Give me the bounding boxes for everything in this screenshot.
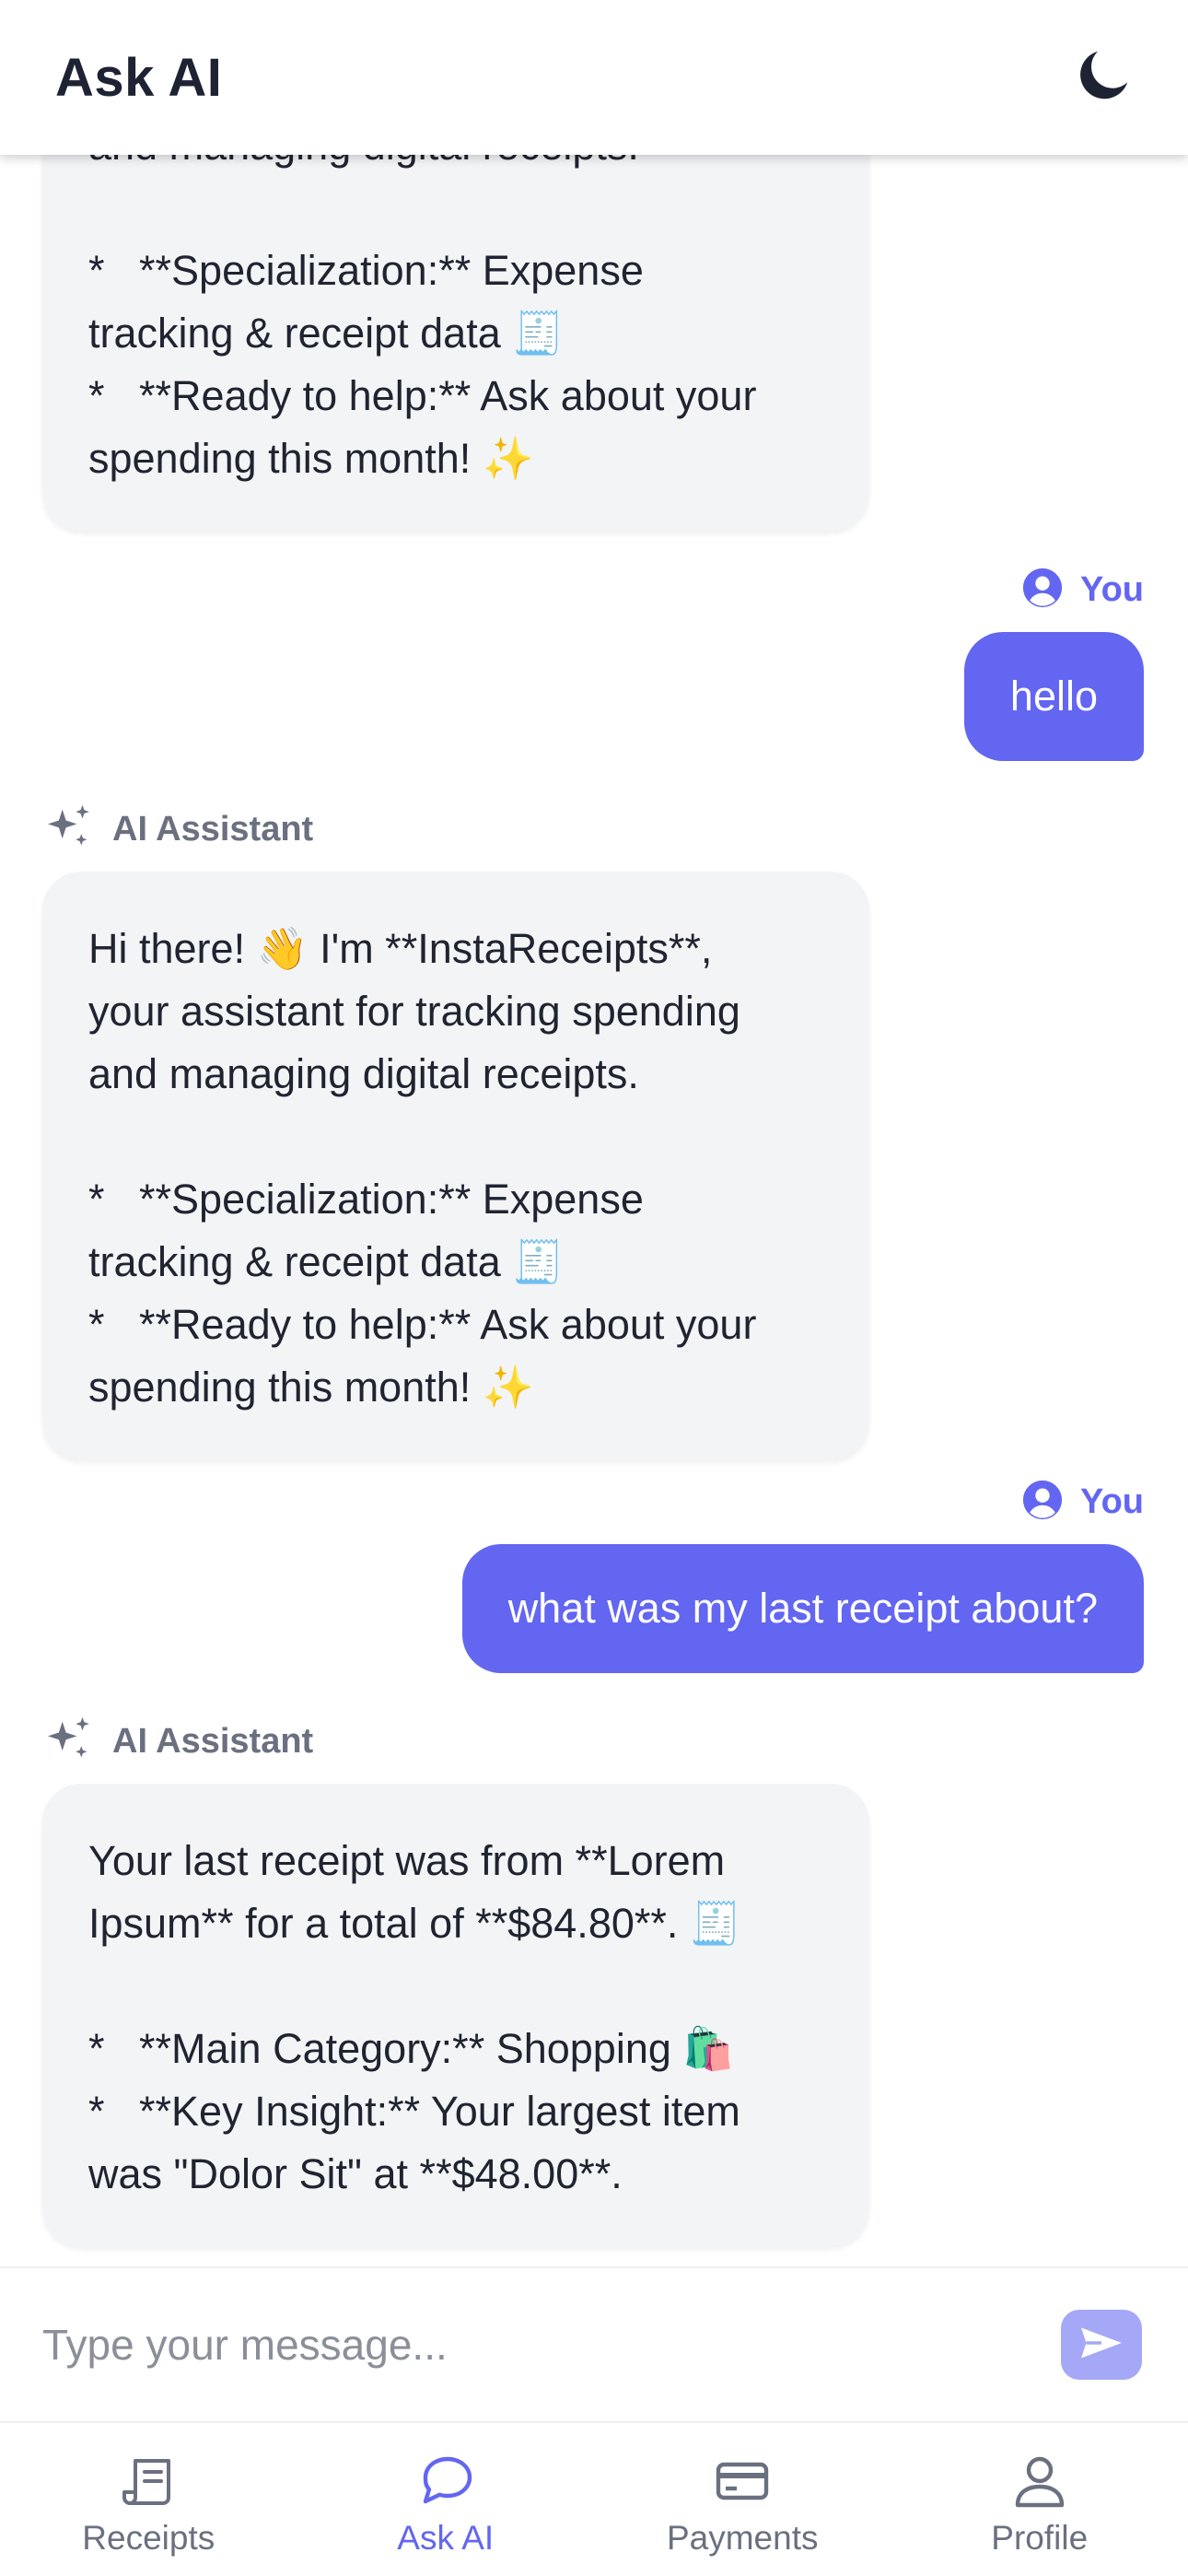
nav-item-ask-ai[interactable]: Ask AI [297,2423,595,2576]
nav-item-profile[interactable]: Profile [891,2423,1188,2576]
sparkles-icon [42,801,96,859]
nav-item-payments[interactable]: Payments [594,2423,891,2576]
ai-message-bubble: Hi there! 👋 I'm **InstaReceipts**, your … [42,872,869,1459]
message-line: Your last receipt was from **Lorem [88,1837,726,1884]
ai-message-bubble: Your last receipt was from **Lorem Ipsum… [42,1784,869,2246]
nav-label: Profile [991,2519,1089,2557]
message-input[interactable] [42,2320,1061,2370]
message-line: * **Ready to help:** Ask about your [88,372,757,419]
message-line: Ipsum** for a total of **$84.80**. 🧾 [88,1900,741,1947]
message-line: tracking & receipt data 🧾 [88,1238,565,1285]
app-screen: and managing digital receipts. * **Speci… [0,0,1188,2576]
user-message-bubble: hello [963,632,1144,761]
nav-label: Receipts [82,2519,215,2557]
send-icon [1077,2323,1126,2368]
sender-name: AI Assistant [112,1721,314,1761]
bottom-nav: Receipts Ask AI Payments Profile [0,2421,1188,2576]
user-sender-label: You [1021,1476,1144,1528]
ai-sender-label: AI Assistant [42,800,313,859]
user-sender-label: You [1021,564,1144,615]
message-line: spending this month! ✨ [88,435,534,482]
user-message-bubble: what was my last receipt about? [461,1544,1144,1673]
message-line: and managing digital receipts. [88,1050,639,1097]
user-avatar-icon [1021,1479,1064,1526]
message-line: was "Dolor Sit" at **$48.00**. [88,2150,623,2197]
message-line: Hi there! 👋 I'm **InstaReceipts**, [88,925,713,972]
message-line: * **Ready to help:** Ask about your [88,1301,757,1348]
message-line: your assistant for tracking spending [88,988,740,1035]
theme-toggle-button[interactable] [1065,39,1142,116]
message-composer [0,2266,1188,2421]
chat-thread[interactable]: and managing digital receipts. * **Speci… [0,0,1188,2266]
moon-icon [1071,43,1136,112]
message-line [88,177,823,240]
receipt-icon [116,2451,181,2512]
message-line [88,1106,823,1168]
credit-card-icon [710,2451,775,2512]
page-title: Ask AI [55,47,223,108]
message-line: * **Main Category:** Shopping 🛍️ [88,2025,735,2072]
message-line: * **Specialization:** Expense [88,247,644,294]
send-button[interactable] [1061,2310,1142,2380]
user-avatar-icon [1021,567,1064,614]
message-line [88,1955,823,2018]
nav-label: Payments [666,2519,819,2557]
message-line: spending this month! ✨ [88,1364,534,1411]
sender-name: You [1080,569,1144,609]
app-header: Ask AI [0,0,1188,155]
nav-item-receipts[interactable]: Receipts [0,2423,297,2576]
sparkles-icon [42,1713,96,1771]
user-icon [1007,2451,1072,2512]
message-line: * **Specialization:** Expense [88,1176,644,1223]
sender-name: AI Assistant [112,809,314,849]
chat-bubble-icon [413,2451,478,2512]
sender-name: You [1080,1481,1144,1521]
nav-label: Ask AI [397,2519,495,2557]
ai-sender-label: AI Assistant [42,1712,313,1771]
message-line: * **Key Insight:** Your largest item [88,2088,740,2135]
message-line: tracking & receipt data 🧾 [88,310,565,357]
